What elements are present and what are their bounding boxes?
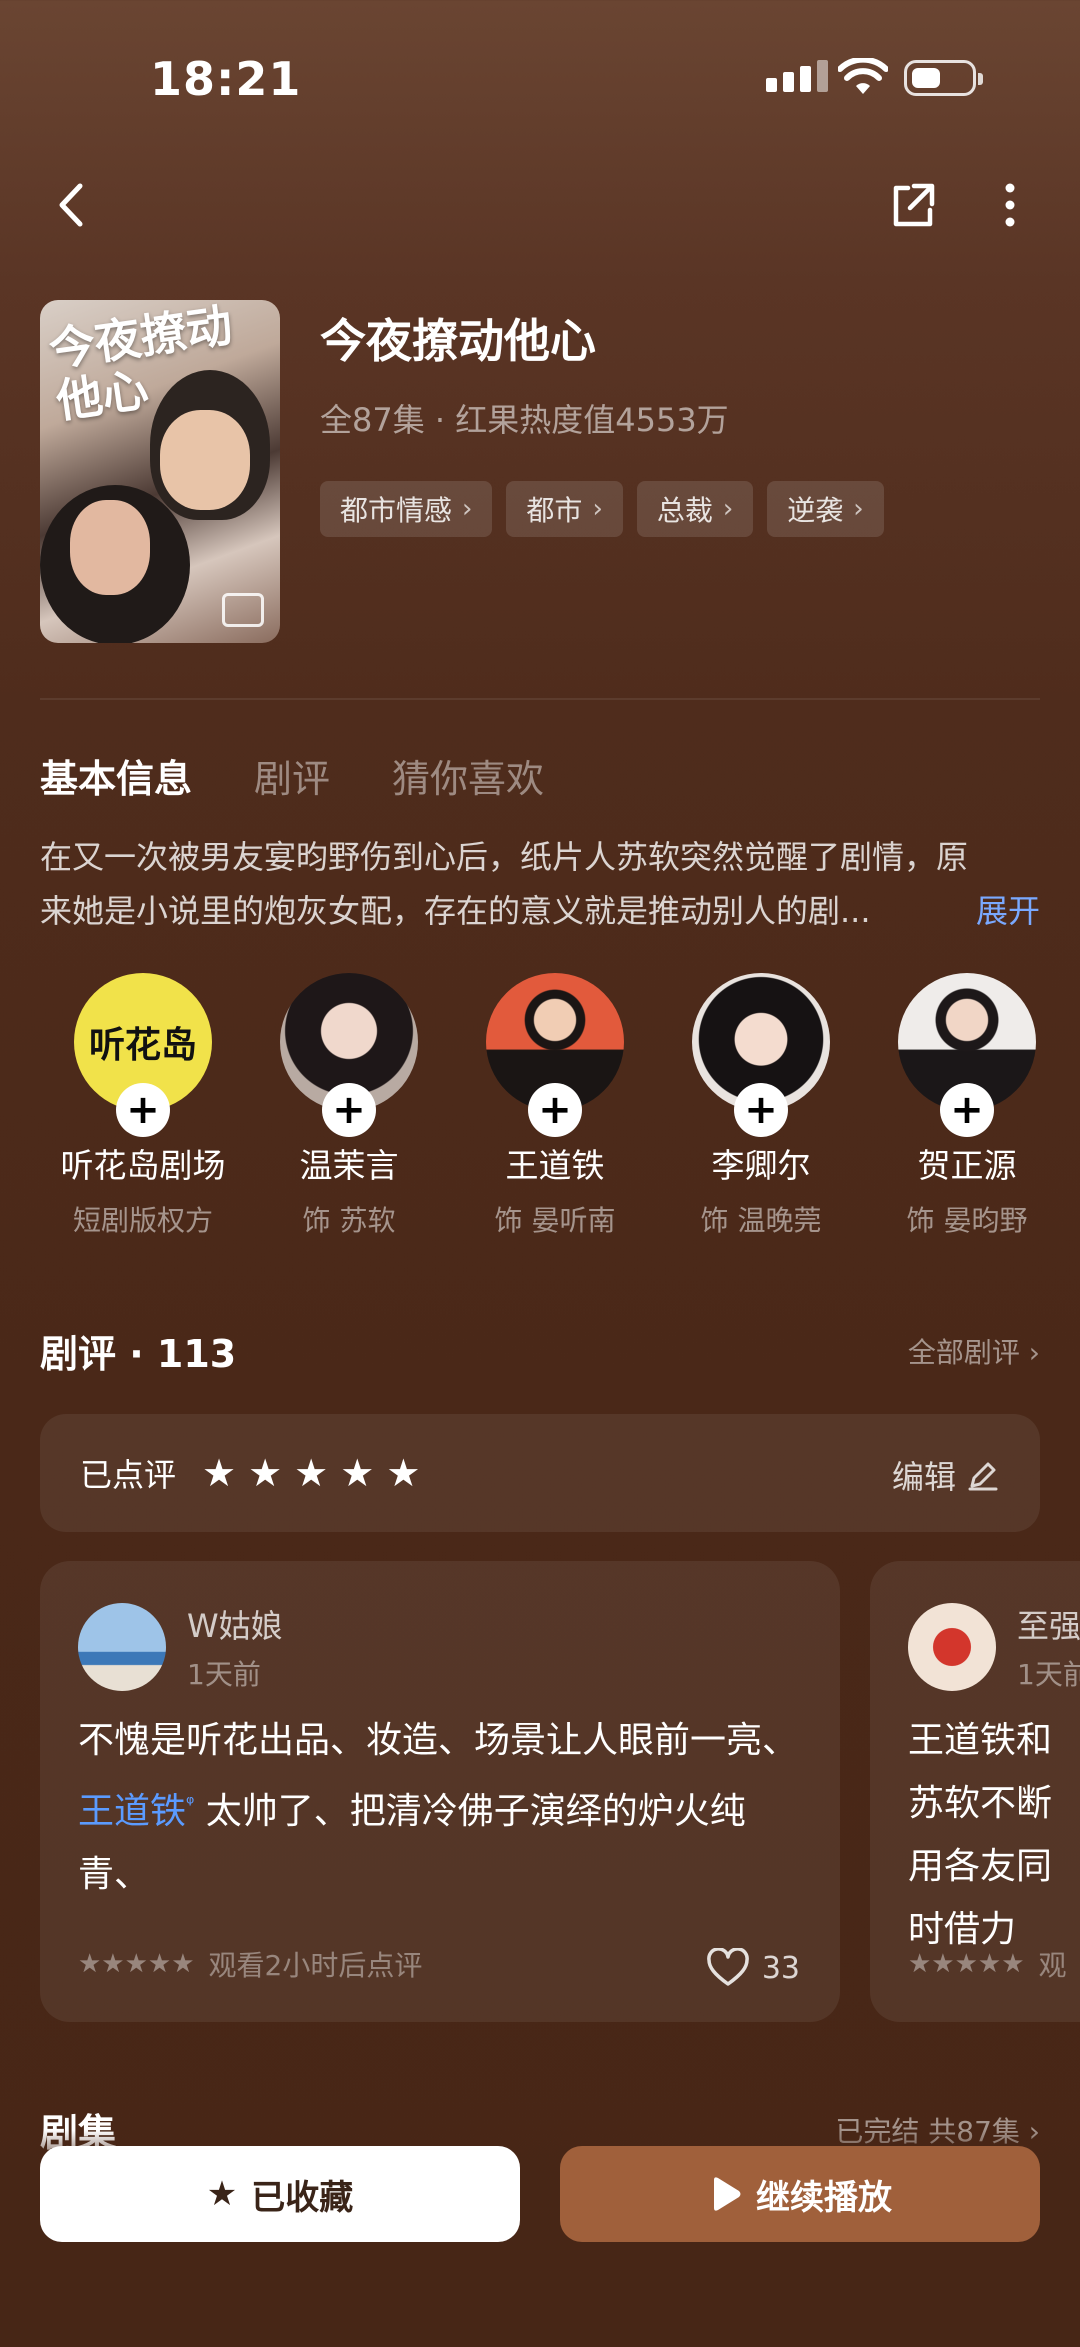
tag-chip[interactable]: 都市 › — [506, 481, 623, 537]
tab-recommend[interactable]: 猜你喜欢 — [392, 748, 544, 803]
cast-item[interactable]: + 王道铁 饰 晏听南 — [452, 973, 658, 1239]
synopsis-line: 在又一次被男友宴昀野伤到心后，纸片人苏软突然觉醒了剧情，原 — [40, 838, 969, 876]
share-icon[interactable] — [888, 180, 938, 230]
drama-poster[interactable]: 今夜撩动他心 — [40, 300, 280, 643]
cast-name: 听花岛剧场 — [60, 1146, 226, 1185]
review-text: 不愧是听花出品、妆造、场景让人眼前一亮、王道铁ᵠ 太帅了、把清冷佛子演绎的炉火纯… — [78, 1720, 799, 1895]
review-username[interactable]: 至强 — [1017, 1601, 1080, 1647]
cast-role: 饰 温晚莞 — [700, 1204, 822, 1237]
star-icon[interactable]: ★ — [202, 1454, 236, 1492]
cast-role: 饰 晏听南 — [494, 1204, 616, 1237]
tag-chip[interactable]: 都市情感 › — [320, 481, 493, 537]
cast-name: 李卿尔 — [711, 1146, 811, 1185]
star-icon: ★★★★★ — [78, 1949, 195, 1979]
mention-link[interactable]: 王道铁 — [78, 1791, 186, 1832]
review-card[interactable]: W姑娘 1天前 不愧是听花出品、妆造、场景让人眼前一亮、王道铁ᵠ 太帅了、把清冷… — [40, 1561, 840, 2022]
star-icon[interactable]: ★ — [386, 1454, 420, 1492]
favorite-button[interactable]: ★ 已收藏 — [40, 2146, 520, 2242]
chevron-right-icon: › — [722, 494, 734, 524]
cast-item[interactable]: + 温茉言 饰 苏软 — [246, 973, 452, 1239]
back-icon[interactable] — [48, 180, 98, 230]
star-icon[interactable]: ★ — [248, 1454, 282, 1492]
chevron-right-icon: › — [462, 494, 473, 524]
info-tabs: 基本信息 剧评 猜你喜欢 — [40, 748, 544, 803]
status-bar: 18:21 — [0, 0, 1080, 160]
expand-link[interactable]: 展开 — [976, 884, 1040, 938]
review-time: 1天前 — [1017, 1658, 1080, 1691]
drama-subinfo: 全87集 · 红果热度值4553万 — [320, 401, 729, 439]
play-icon — [714, 2177, 741, 2211]
brand-logo: 听花岛 — [88, 1025, 197, 1066]
cellular-signal-icon — [766, 60, 828, 92]
cast-name: 王道铁 — [505, 1146, 605, 1185]
reviews-title: 剧评 · 113 — [40, 1332, 237, 1376]
avatar[interactable] — [78, 1603, 166, 1691]
follow-plus-icon[interactable]: + — [528, 1083, 582, 1137]
my-review-label: 已点评 — [80, 1456, 177, 1494]
wifi-icon — [838, 58, 888, 94]
follow-plus-icon[interactable]: + — [734, 1083, 788, 1137]
star-filled-icon: ★ — [206, 2174, 238, 2214]
review-rating: ★★★★★ 观看2小时后点评 — [78, 1944, 422, 1984]
star-icon[interactable]: ★ — [294, 1454, 328, 1492]
my-review-bar[interactable]: 已点评 ★ ★ ★ ★ ★ 编辑 — [40, 1414, 1040, 1532]
heart-icon — [706, 1948, 749, 1986]
review-card[interactable]: 至强 1天前 王道铁和苏软不断用各友同时借力 ★★★★★ 观 — [870, 1561, 1080, 2022]
my-rating-stars[interactable]: ★ ★ ★ ★ ★ — [202, 1454, 420, 1492]
drama-title: 今夜撩动他心 — [320, 314, 596, 368]
review-time: 1天前 — [187, 1658, 261, 1691]
cast-role: 饰 晏昀野 — [906, 1204, 1028, 1237]
cast-item[interactable]: + 贺正源 饰 晏昀野 — [864, 973, 1070, 1239]
follow-plus-icon[interactable]: + — [940, 1083, 994, 1137]
avatar[interactable] — [908, 1603, 996, 1691]
cast-name: 贺正源 — [917, 1146, 1017, 1185]
review-text: 王道铁和苏软不断用各友同时借力 — [908, 1720, 1053, 1950]
chevron-right-icon: › — [853, 494, 864, 524]
like-count: 33 — [761, 1950, 800, 1986]
synopsis: 在又一次被男友宴昀野伤到心后，纸片人苏软突然觉醒了剧情，原 来她是小说里的炮灰女… — [40, 830, 1040, 938]
gallery-icon[interactable] — [222, 593, 264, 627]
star-icon[interactable]: ★ — [340, 1454, 374, 1492]
follow-plus-icon[interactable]: + — [322, 1083, 376, 1137]
cast-list: 听花岛 + 听花岛剧场 短剧版权方 + 温茉言 饰 苏软 + 王道铁 饰 晏听南… — [40, 973, 1080, 1239]
synopsis-line: 来她是小说里的炮灰女配，存在的意义就是推动别人的剧... — [40, 892, 871, 930]
tag-chip[interactable]: 逆袭 › — [767, 481, 884, 537]
follow-plus-icon[interactable]: + — [116, 1083, 170, 1137]
watch-note: 观看2小时后点评 — [208, 1949, 423, 1982]
cast-role: 短剧版权方 — [72, 1204, 213, 1237]
all-reviews-link[interactable]: 全部剧评 › — [908, 1331, 1040, 1371]
tag-chip[interactable]: 总裁 › — [636, 481, 754, 537]
more-vertical-icon[interactable] — [995, 180, 1025, 230]
edit-label: 编辑 — [891, 1458, 956, 1496]
star-icon: ★★★★★ — [908, 1949, 1025, 1979]
cast-name: 温茉言 — [299, 1146, 399, 1185]
like-button[interactable]: 33 — [706, 1948, 800, 1988]
cast-item[interactable]: 听花岛 + 听花岛剧场 短剧版权方 — [40, 973, 246, 1239]
tab-reviews[interactable]: 剧评 — [254, 748, 330, 803]
edit-review-button[interactable]: 编辑 — [892, 1452, 1000, 1498]
tab-basic-info[interactable]: 基本信息 — [40, 748, 192, 803]
cast-role: 饰 苏软 — [302, 1204, 396, 1237]
tag-list: 都市情感 › 都市 › 总裁 › 逆袭 › — [320, 481, 884, 537]
review-rating: ★★★★★ 观 — [908, 1949, 1067, 1982]
continue-play-button[interactable]: 继续播放 — [560, 2146, 1040, 2242]
review-username[interactable]: W姑娘 — [187, 1601, 283, 1647]
chevron-right-icon: › — [592, 494, 603, 524]
pencil-icon — [968, 1462, 998, 1491]
cast-item[interactable]: + 李卿尔 饰 温晚莞 — [658, 973, 864, 1239]
battery-icon — [904, 60, 983, 96]
divider — [40, 698, 1040, 700]
status-time: 18:21 — [150, 52, 302, 106]
